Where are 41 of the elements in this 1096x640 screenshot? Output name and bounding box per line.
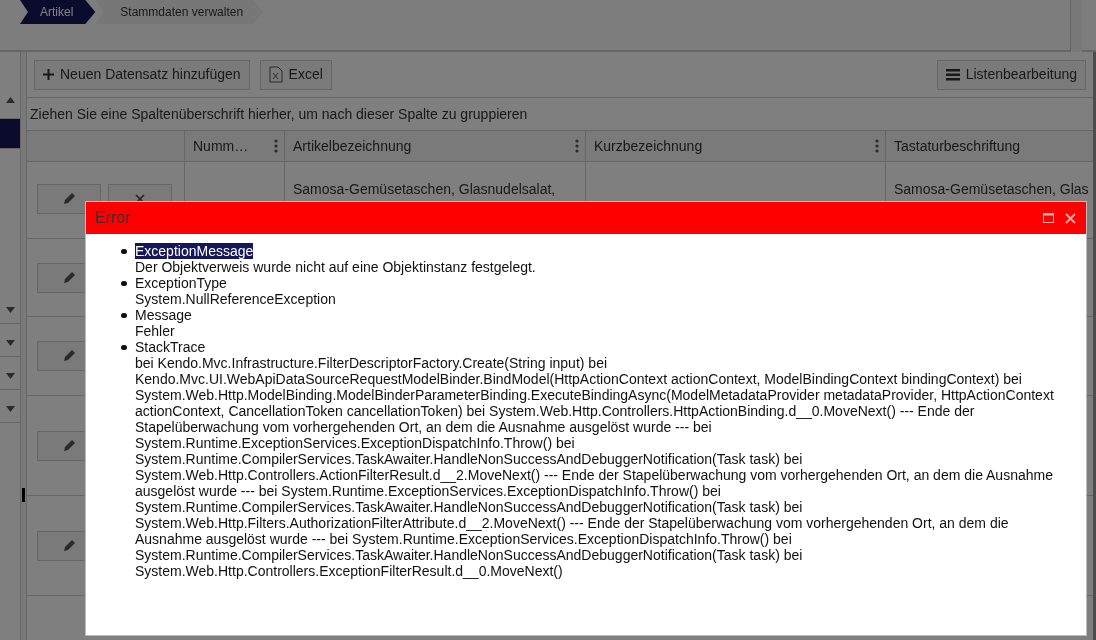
bullet-icon xyxy=(121,345,127,350)
close-icon xyxy=(1065,212,1076,224)
column-header[interactable]: Numm… xyxy=(185,131,285,161)
exception-value: Fehler xyxy=(135,323,175,339)
pencil-icon xyxy=(62,192,76,206)
add-button[interactable]: Neuen Datensatz hinzufügen xyxy=(34,59,250,90)
scrollbar[interactable] xyxy=(1070,0,1082,52)
exception-key: ExceptionMessage xyxy=(135,243,254,259)
exception-key: StackTrace xyxy=(135,339,206,355)
exception-key: ExceptionType xyxy=(135,275,227,291)
exception-key: Message xyxy=(135,307,192,323)
table-cell-text: Samosa-Gemüsetaschen, Glas xyxy=(894,180,1090,199)
exception-value: bei Kendo.Mvc.Infrastructure.FilterDescriptorFactory.Create(String input) bei Kendo.Mvc.UI.WebApiDataSourceRequestModelBinder.BindModel(HttpActionContext actionContext, ModelBindingContext bindingContext) bei System.Web.Http.ModelBinding.ModelBinderParameterBinding.ExecuteBindingAsync(ModelMetadataProvider metadataProvider, HttpActionContext actionContext, CancellationToken cancellationToken) bei System.Web.Http.Controllers.HttpActionBinding.d__0.MoveNext() --- Ende der Stapelüberwachung vom vorhergehenden Ort, an dem die Ausnahme ausgelöst wurde --- bei System.Runtime.ExceptionServices.ExceptionDispatchInfo.Throw() bei System.Runtime.CompilerServices.TaskAwaiter.HandleNonSuccessAndDebuggerNotification(Task task) bei System.Web.Http.Controllers.ActionFilterResult.d__2.MoveNext() --- Ende der Stapelüberwachung vom vorhergehenden Ort, an dem die Ausnahme ausgelöst wurde --- bei System.Runtime.ExceptionServices.ExceptionDispatchInfo.Throw() bei System.Runtime.CompilerServices.TaskAwaiter.HandleNonSuccessAndDebuggerNotification(Task task) bei System.Web.Http.Filters.AuthorizationFilterAttribute.d__2.MoveNext() --- Ende der Stapelüberwachung vom vorhergehenden Ort, an dem die Ausnahme ausgelöst wurde --- bei System.Runtime.ExceptionServices.ExceptionDispatchInfo.Throw() bei System.Runtime.CompilerServices.TaskAwaiter.HandleNonSuccessAndDebuggerNotification(Task task) bei System.Web.Http.Controllers.ExceptionFilterResult.d__0.MoveNext() xyxy=(135,355,1055,579)
bullet-icon xyxy=(121,313,127,318)
dialog-title: Error xyxy=(95,208,131,228)
breadcrumb-item[interactable]: Artikel xyxy=(20,0,96,24)
list-edit-button[interactable]: Listenbearbeitung xyxy=(936,59,1086,90)
table-cell-text: Samosa-Gemüsetaschen, Glasnudelsalat, xyxy=(293,180,557,199)
column-header[interactable]: Artikelbezeichnung xyxy=(285,131,586,161)
group-panel-hint: Ziehen Sie eine Spaltenüberschrift hierher, um nach dieser Spalte zu gruppieren xyxy=(30,104,528,124)
excel-button[interactable]: Excel xyxy=(259,59,332,90)
plus-icon xyxy=(43,69,54,80)
caret-up-icon xyxy=(5,97,15,103)
caret-down-icon xyxy=(5,373,15,379)
bullet-icon xyxy=(121,281,127,286)
column-header[interactable]: Kurzbezeichnung xyxy=(586,131,886,161)
list-icon xyxy=(945,68,960,81)
pencil-icon xyxy=(62,438,76,453)
maximize-icon xyxy=(1043,213,1054,223)
pencil-icon xyxy=(62,538,76,553)
exception-value: System.NullReferenceException xyxy=(135,291,336,307)
breadcrumb-item[interactable]: Stammdaten verwalten xyxy=(95,0,264,24)
exception-value: Der Objektverweis wurde nicht auf eine Objektinstanz festgelegt. xyxy=(135,259,536,275)
pencil-icon xyxy=(62,270,76,285)
caret-down-icon xyxy=(5,307,15,313)
sidebar-item[interactable] xyxy=(0,119,20,149)
excel-file-icon xyxy=(268,66,283,83)
bullet-icon xyxy=(121,249,127,254)
caret-down-icon xyxy=(5,340,15,346)
pencil-icon xyxy=(62,349,76,363)
caret-down-icon xyxy=(5,406,15,412)
